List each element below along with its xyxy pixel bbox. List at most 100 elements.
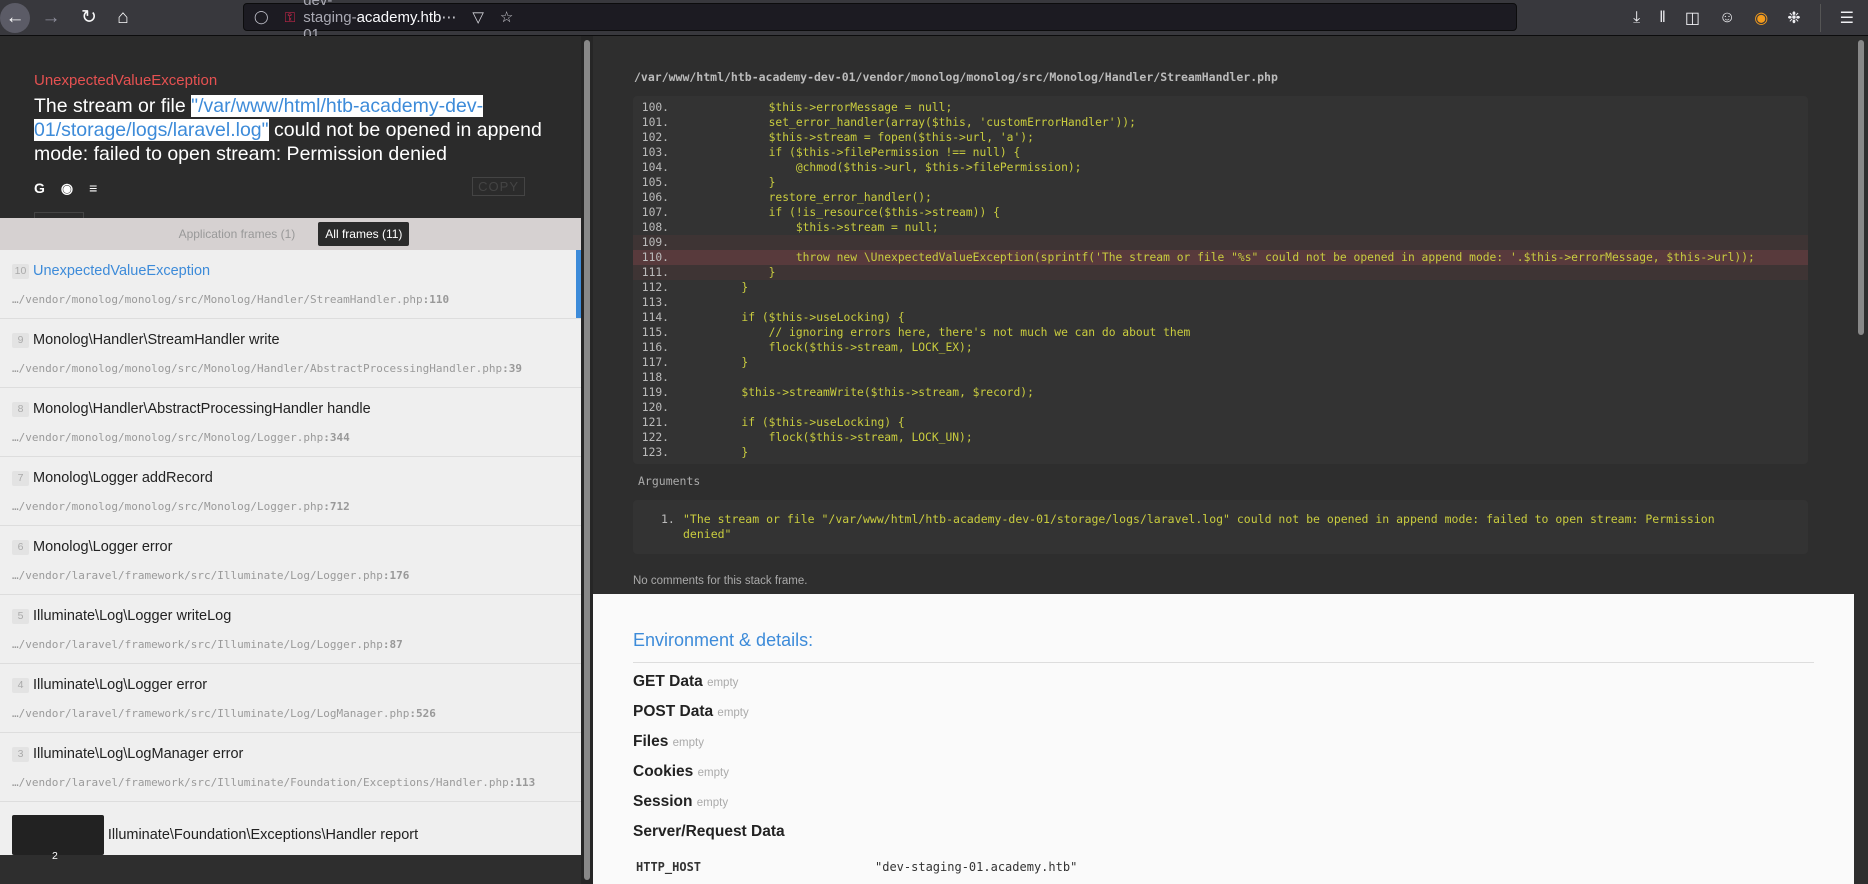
frame-number: 4 bbox=[12, 678, 29, 693]
frame-function: Illuminate\Log\Logger writeLog bbox=[33, 608, 232, 624]
scrollbar-thumb[interactable] bbox=[1858, 40, 1864, 335]
frames-scrollbar[interactable] bbox=[581, 36, 593, 884]
hide-button[interactable] bbox=[34, 212, 84, 218]
sidebar-icon[interactable]: ◫ bbox=[1685, 8, 1700, 28]
code-line: 112. } bbox=[633, 280, 1808, 295]
code-line-number: 105. bbox=[641, 176, 669, 189]
code-line-number: 101. bbox=[641, 116, 669, 129]
file-path-text: …/vendor/monolog/monolog/src/Monolog/Han… bbox=[12, 293, 423, 306]
pocket-icon[interactable]: ▽ bbox=[472, 8, 484, 26]
forward-button[interactable]: → bbox=[36, 3, 66, 33]
line-number: :113 bbox=[508, 776, 536, 789]
stack-frame[interactable]: 3 Illuminate\Log\LogManager error …/vendor… bbox=[0, 733, 581, 802]
url-bar[interactable]: ◯ ⚿ dev-staging-01. academy.htb ⋯ ▽ ☆ bbox=[243, 0, 1517, 43]
frame-number: 7 bbox=[12, 471, 29, 486]
code-line-number: 111. bbox=[641, 266, 669, 279]
bookmark-star-icon[interactable]: ☆ bbox=[500, 8, 513, 26]
exception-class: UnexpectedValueException bbox=[34, 72, 218, 89]
server-key: HTTP_HOST bbox=[636, 860, 702, 874]
menu-icon[interactable]: ☰ bbox=[1840, 8, 1854, 28]
home-button[interactable]: ⌂ bbox=[108, 3, 138, 33]
exception-header: UnexpectedValueException The stream or f… bbox=[0, 36, 581, 218]
frame-function: Monolog\Handler\AbstractProcessingHandle… bbox=[33, 401, 371, 417]
code-line-number: 114. bbox=[641, 311, 669, 324]
scrollbar-thumb[interactable] bbox=[584, 40, 590, 880]
copy-button[interactable]: COPY bbox=[472, 177, 525, 196]
reload-button[interactable]: ↻ bbox=[74, 3, 104, 33]
google-search-icon[interactable]: G bbox=[34, 180, 45, 197]
server-value: "dev-staging-01.academy.htb" bbox=[875, 860, 1078, 874]
shield-icon[interactable]: ◯ bbox=[254, 9, 269, 25]
tab-all-frames[interactable]: All frames (11) bbox=[318, 222, 410, 246]
insecure-lock-icon[interactable]: ⚿ bbox=[285, 9, 296, 26]
environment-heading: Environment & details: bbox=[633, 630, 1814, 663]
code-viewer: 100. $this->errorMessage = null; 101. set… bbox=[633, 96, 1808, 464]
tab-application-frames[interactable]: Application frames (1) bbox=[172, 222, 303, 246]
frame-number: 5 bbox=[12, 609, 29, 624]
page-scrollbar[interactable] bbox=[1854, 36, 1868, 884]
stack-frame[interactable]: 2 Illuminate\Foundation\Exceptions\Handle… bbox=[0, 802, 581, 862]
frame-number: 10 bbox=[12, 264, 29, 279]
code-text: set_error_handler(array($this, 'customEr… bbox=[687, 116, 1136, 129]
back-button[interactable]: ← bbox=[0, 2, 30, 33]
code-line-number: 119. bbox=[641, 386, 669, 399]
frame-number: 9 bbox=[12, 333, 29, 348]
env-section-note: empty bbox=[717, 707, 749, 719]
file-path-text: …/vendor/laravel/framework/src/Illuminat… bbox=[12, 569, 383, 582]
stack-frame[interactable]: 9 Monolog\Handler\StreamHandler write …/ve… bbox=[0, 319, 581, 388]
library-icon[interactable]: ‖ bbox=[1659, 9, 1666, 27]
code-line-number: 108. bbox=[641, 221, 669, 234]
code-line-number: 117. bbox=[641, 356, 669, 369]
stack-frame[interactable]: 6 Monolog\Logger error …/vendor/laravel/fr… bbox=[0, 526, 581, 595]
env-section-label: Files bbox=[633, 733, 669, 750]
download-icon[interactable]: ⤓ bbox=[1633, 9, 1640, 27]
cookie-extension-icon[interactable]: ❉ bbox=[1787, 8, 1800, 28]
message-text: The stream or file bbox=[34, 95, 192, 117]
env-section-note: empty bbox=[696, 797, 729, 809]
frame-function: Illuminate\Log\Logger error bbox=[33, 677, 208, 693]
frame-list: 10 UnexpectedValueException …/vendor/monol… bbox=[0, 250, 581, 862]
frame-file-path: …/vendor/laravel/framework/src/Illuminat… bbox=[12, 568, 569, 583]
stackoverflow-search-icon[interactable]: ≡ bbox=[89, 180, 97, 197]
more-icon[interactable]: ⋯ bbox=[441, 8, 456, 26]
server-data-row: HTTP_HOST "dev-staging-01.academy.htb" bbox=[633, 860, 1814, 875]
duckduckgo-search-icon[interactable]: ◉ bbox=[61, 180, 73, 197]
code-line-number: 110. bbox=[641, 251, 669, 264]
stack-frame[interactable]: 8 Monolog\Handler\AbstractProcessingHandl… bbox=[0, 388, 581, 457]
env-section-note: empty bbox=[697, 767, 729, 779]
line-number: :712 bbox=[323, 500, 350, 513]
code-text: } bbox=[687, 356, 749, 369]
line-number: :176 bbox=[382, 569, 410, 582]
stack-frame[interactable]: 5 Illuminate\Log\Logger writeLog …/vendor/… bbox=[0, 595, 581, 664]
env-section: Cookies empty bbox=[633, 763, 1814, 782]
environment-section: Environment & details: GET Data empty POS… bbox=[593, 594, 1854, 884]
frame-function: Monolog\Logger error bbox=[33, 539, 173, 555]
stack-frame[interactable]: 4 Illuminate\Log\Logger error …/vendor/lar… bbox=[0, 664, 581, 733]
file-path-text: …/vendor/monolog/monolog/src/Monolog/Log… bbox=[12, 500, 324, 513]
stack-frame[interactable]: 10 UnexpectedValueException …/vendor/monol… bbox=[0, 250, 581, 319]
code-line: 116. flock($this->stream, LOCK_EX); bbox=[633, 340, 1808, 355]
stack-frame[interactable]: 7 Monolog\Logger addRecord …/vendor/monolo… bbox=[0, 457, 581, 526]
code-line-number: 118. bbox=[641, 371, 669, 384]
line-number: :87 bbox=[382, 638, 403, 651]
extension-icon[interactable]: ◉ bbox=[1754, 8, 1768, 28]
frame-function: UnexpectedValueException bbox=[33, 263, 211, 279]
code-text: } bbox=[687, 446, 749, 459]
code-text: if ($this->useLocking) { bbox=[687, 416, 905, 429]
code-line: 118. bbox=[633, 370, 1808, 385]
argument-index: 1. bbox=[661, 512, 675, 526]
code-line-number: 115. bbox=[641, 326, 669, 339]
env-section: GET Data empty bbox=[633, 673, 1814, 692]
code-line: 119. $this->streamWrite($this->stream, $… bbox=[633, 385, 1808, 400]
divider bbox=[1819, 4, 1821, 32]
env-section-note: empty bbox=[707, 677, 739, 689]
code-text: if ($this->filePermission !== null) { bbox=[687, 146, 1021, 159]
env-section: POST Data empty bbox=[633, 703, 1814, 722]
file-path-text: …/vendor/laravel/framework/src/Illuminat… bbox=[12, 638, 383, 651]
env-section: Session empty bbox=[633, 793, 1814, 812]
account-icon[interactable]: ☺ bbox=[1719, 9, 1735, 27]
code-text: if (!is_resource($this->stream)) { bbox=[687, 206, 1000, 219]
